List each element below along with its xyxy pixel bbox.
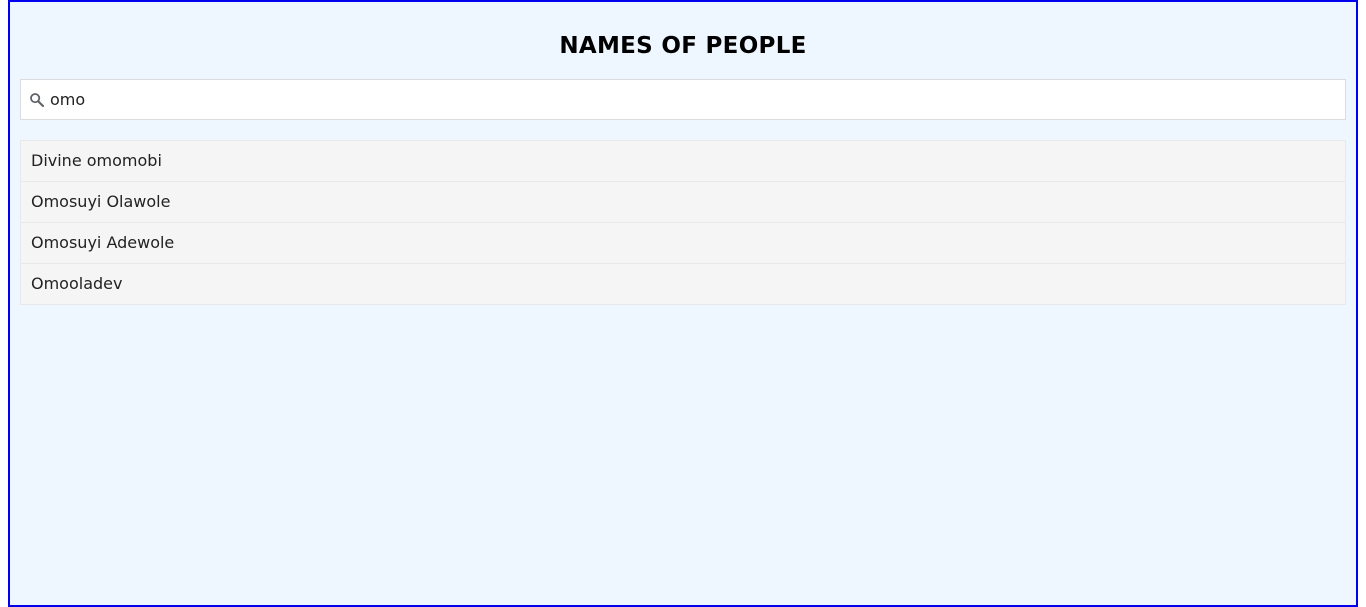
search-icon [30,93,45,108]
list-item[interactable]: Divine omomobi [20,140,1346,181]
page-title: NAMES OF PEOPLE [559,33,807,59]
app-container: NAMES OF PEOPLE Divine omomobi Omosuyi O… [8,0,1358,607]
list-item[interactable]: Omosuyi Adewole [20,222,1346,263]
list-item[interactable]: Omosuyi Olawole [20,181,1346,222]
search-bar[interactable] [20,79,1346,120]
list-item[interactable]: Omooladev [20,263,1346,305]
search-input[interactable] [50,80,1330,119]
results-list: Divine omomobi Omosuyi Olawole Omosuyi A… [20,140,1346,305]
